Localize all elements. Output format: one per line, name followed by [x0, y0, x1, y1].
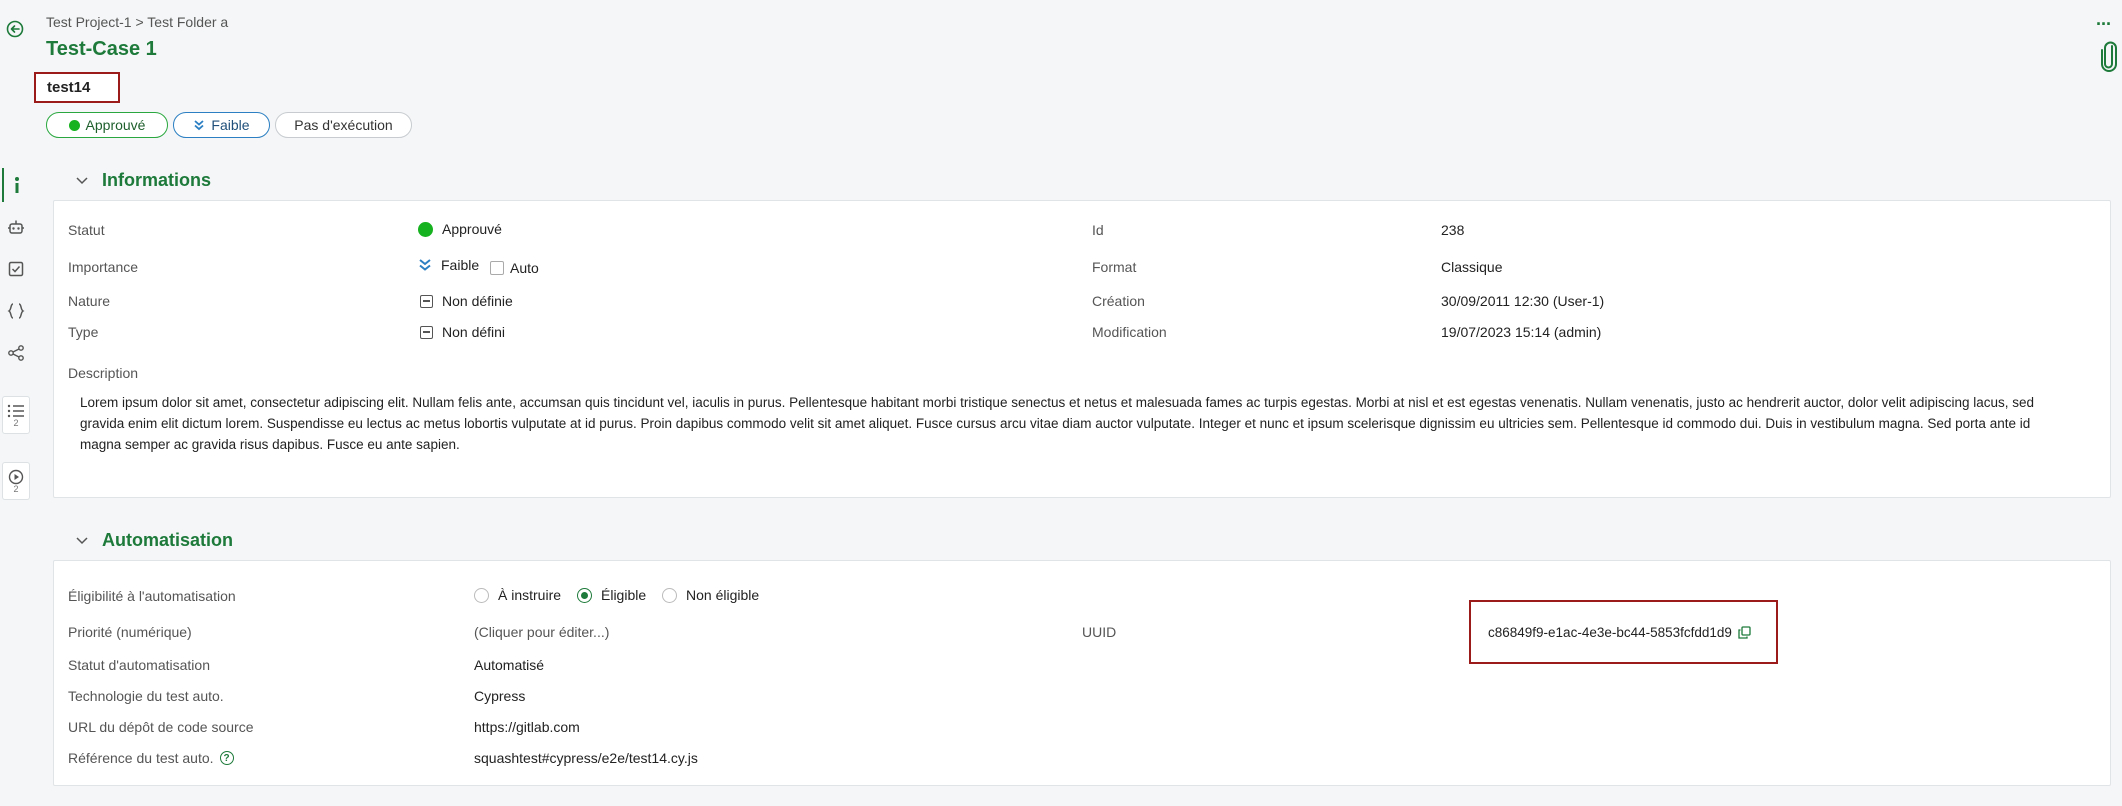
share-icon — [8, 345, 24, 361]
robot-icon — [8, 220, 24, 234]
rail-item-automation[interactable] — [2, 210, 30, 244]
repo-url-value[interactable]: https://gitlab.com — [474, 719, 580, 735]
automatisation-title: Automatisation — [102, 530, 234, 550]
checklist-icon — [8, 261, 24, 277]
nature-label: Nature — [68, 293, 111, 309]
radio-non-eligible[interactable] — [662, 587, 677, 603]
informations-title: Informations — [102, 170, 212, 190]
rail-item-parameters[interactable] — [2, 294, 30, 328]
format-label: Format — [1092, 259, 1137, 275]
steps-count: 2 — [13, 417, 19, 428]
eligibility-label: Éligibilité à l'automatisation — [68, 588, 236, 604]
auto-status-label: Statut d'automatisation — [68, 657, 210, 673]
back-button[interactable] — [4, 18, 26, 40]
statut-value-text: Approuvé — [442, 221, 502, 237]
nature-value[interactable]: Non définie — [420, 293, 513, 309]
rail-item-links[interactable] — [2, 336, 30, 370]
technology-value[interactable]: Cypress — [474, 688, 525, 704]
nature-value-text: Non définie — [442, 293, 513, 309]
radio-eligible[interactable] — [577, 587, 592, 603]
importance-value-text: Faible — [441, 257, 480, 273]
type-value-text: Non défini — [442, 324, 506, 340]
status-dot-icon — [418, 221, 433, 237]
rail-item-informations[interactable] — [2, 168, 30, 202]
priority-label: Priorité (numérique) — [68, 624, 192, 640]
status-chip[interactable]: Approuvé — [46, 112, 168, 138]
radio-non-eligible-label: Non éligible — [686, 587, 760, 603]
status-dot-icon — [68, 119, 80, 131]
radio-instruire[interactable] — [474, 587, 489, 603]
execution-chip[interactable]: Pas d'exécution — [275, 112, 412, 138]
modification-value: 19/07/2023 15:14 (admin) — [1441, 324, 1602, 340]
rail-item-executions[interactable]: 2 — [2, 462, 30, 500]
executions-count: 2 — [13, 483, 19, 494]
importance-chip-label: Faible — [211, 117, 250, 133]
reference-value: test14 — [47, 79, 91, 96]
uuid-label: UUID — [1082, 624, 1117, 640]
reference-field[interactable]: test14 — [34, 72, 120, 103]
description-text[interactable]: Lorem ipsum dolor sit amet, consectetur … — [80, 392, 2070, 455]
statut-label: Statut — [68, 222, 105, 238]
auto-reference-label-group: Référence du test auto. ? — [68, 750, 234, 766]
status-chip-label: Approuvé — [85, 117, 146, 133]
undefined-box-icon — [420, 325, 433, 339]
priority-edit-field[interactable]: (Cliquer pour éditer...) — [474, 624, 609, 640]
double-chevron-down-icon — [194, 120, 205, 131]
creation-value: 30/09/2011 12:30 (User-1) — [1441, 293, 1605, 309]
repo-url-label: URL du dépôt de code source — [68, 719, 254, 735]
format-value[interactable]: Classique — [1441, 259, 1502, 275]
statut-value[interactable]: Approuvé — [418, 221, 502, 237]
description-label: Description — [68, 365, 139, 381]
attachment-icon[interactable] — [2100, 40, 2118, 74]
id-label: Id — [1092, 222, 1104, 238]
back-arrow-icon — [6, 20, 24, 38]
type-label: Type — [68, 324, 99, 340]
importance-label: Importance — [68, 259, 139, 275]
radio-instruire-label: À instruire — [498, 587, 562, 603]
uuid-field: c86849f9-e1ac-4e3e-bc44-5853fcfdd1d9 — [1469, 600, 1778, 664]
eligibility-option-instruire[interactable]: À instruire — [474, 587, 561, 603]
auto-checkbox-label: Auto — [510, 260, 539, 276]
info-icon — [15, 177, 19, 193]
auto-status-value: Automatisé — [474, 657, 545, 673]
technology-label: Technologie du test auto. — [68, 688, 224, 704]
rail-item-steps[interactable]: 2 — [2, 396, 30, 434]
type-value[interactable]: Non défini — [420, 324, 505, 340]
chevron-down-icon — [76, 536, 88, 544]
copy-icon[interactable] — [1738, 625, 1751, 639]
braces-icon — [7, 303, 25, 319]
importance-value[interactable]: Faible — [418, 257, 479, 273]
breadcrumb[interactable]: Test Project-1 > Test Folder a — [46, 14, 228, 30]
auto-reference-label: Référence du test auto. — [68, 750, 214, 766]
execution-chip-label: Pas d'exécution — [294, 117, 393, 133]
double-chevron-down-icon — [419, 259, 431, 271]
undefined-box-icon — [420, 294, 433, 308]
uuid-value: c86849f9-e1ac-4e3e-bc44-5853fcfdd1d9 — [1488, 624, 1732, 640]
help-icon[interactable]: ? — [219, 751, 234, 765]
page-title: Test-Case 1 — [46, 38, 157, 60]
more-options-icon[interactable]: ··· — [2096, 14, 2112, 35]
execution-play-icon — [8, 469, 24, 484]
radio-eligible-label: Éligible — [601, 587, 647, 603]
steps-list-icon — [7, 404, 24, 417]
chevron-down-icon — [76, 176, 88, 184]
automatisation-section-header[interactable]: Automatisation — [76, 530, 233, 551]
eligibility-option-eligible[interactable]: Éligible — [577, 587, 646, 603]
auto-reference-value[interactable]: squashtest#cypress/e2e/test14.cy.js — [474, 750, 698, 766]
auto-importance-checkbox[interactable]: Auto — [490, 260, 539, 276]
automatisation-panel — [53, 560, 2111, 786]
creation-label: Création — [1092, 293, 1145, 309]
eligibility-option-non-eligible[interactable]: Non éligible — [662, 587, 759, 603]
informations-section-header[interactable]: Informations — [76, 170, 211, 191]
importance-chip[interactable]: Faible — [173, 112, 270, 138]
rail-item-checklist[interactable] — [2, 252, 30, 286]
modification-label: Modification — [1092, 324, 1167, 340]
auto-checkbox[interactable] — [490, 261, 504, 275]
id-value: 238 — [1441, 222, 1465, 238]
